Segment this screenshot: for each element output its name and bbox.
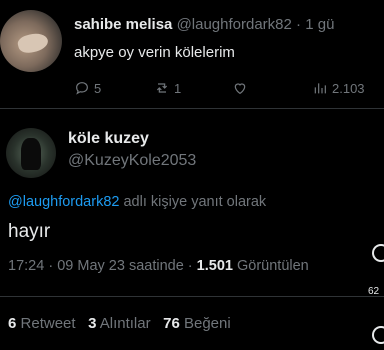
views-label: Görüntülen [237, 258, 309, 274]
views-count: 2.103 [332, 80, 365, 96]
reply-icon [76, 82, 88, 95]
retweet-count: 1 [174, 80, 182, 96]
tweet-header: sahibe melisa @laughfordark82 · 1 gü [74, 16, 334, 33]
retweets-label: Retweet [20, 315, 76, 332]
views-button[interactable]: 2.103 [312, 80, 365, 96]
retweet-icon [156, 83, 168, 93]
views-count: 1.501 [196, 258, 233, 274]
separator: · [296, 16, 302, 33]
likes-count: 76 [163, 315, 180, 332]
cropped-icon [372, 326, 384, 344]
avatar-image [21, 138, 41, 170]
tweet-time[interactable]: 17:24 [8, 258, 44, 274]
meta-separator: · [187, 258, 193, 274]
tweet-age[interactable]: 1 gü [305, 16, 334, 33]
divider [0, 296, 384, 297]
reply-button[interactable]: 5 [74, 80, 101, 96]
tweet-stats: 6 Retweet 3 Alıntılar 76 Beğeni [8, 315, 231, 332]
retweets-stat[interactable]: 6 Retweet [8, 315, 76, 332]
tweet-date[interactable]: 09 May 23 saatinde [57, 258, 184, 274]
bar-chart-icon [314, 83, 326, 94]
display-name[interactable]: sahibe melisa [74, 16, 172, 33]
tweet-text: akpye oy verin kölelerim [74, 44, 235, 61]
cropped-count: 62 [368, 286, 380, 297]
retweet-button[interactable]: 1 [154, 80, 181, 96]
divider [0, 108, 384, 109]
quotes-count: 3 [88, 315, 97, 332]
cropped-icon [372, 244, 384, 262]
heart-icon [234, 83, 246, 95]
handle[interactable]: @laughfordark82 [177, 16, 292, 33]
avatar[interactable] [6, 128, 56, 178]
handle[interactable]: @KuzeyKole2053 [68, 152, 196, 170]
reply-context: @laughfordark82 adlı kişiye yanıt olarak [8, 194, 266, 210]
tweet-meta: 17:24 · 09 May 23 saatinde · 1.501 Görün… [8, 258, 309, 274]
retweets-count: 6 [8, 315, 17, 332]
reply-to-suffix: adlı kişiye yanıt olarak [119, 194, 267, 210]
display-name[interactable]: köle kuzey [68, 130, 149, 148]
reply-to-handle-link[interactable]: @laughfordark82 [8, 194, 119, 210]
quotes-label: Alıntılar [99, 315, 151, 332]
reply-count: 5 [94, 80, 102, 96]
avatar-image [16, 30, 50, 56]
avatar[interactable] [0, 10, 62, 72]
likes-label: Beğeni [183, 315, 231, 332]
likes-stat[interactable]: 76 Beğeni [163, 315, 231, 332]
tweet-actions: 5 1 2.103 [74, 80, 384, 100]
like-button[interactable] [232, 80, 252, 96]
quotes-stat[interactable]: 3 Alıntılar [88, 315, 151, 332]
tweet-text: hayır [8, 221, 51, 242]
meta-separator: · [48, 258, 54, 274]
